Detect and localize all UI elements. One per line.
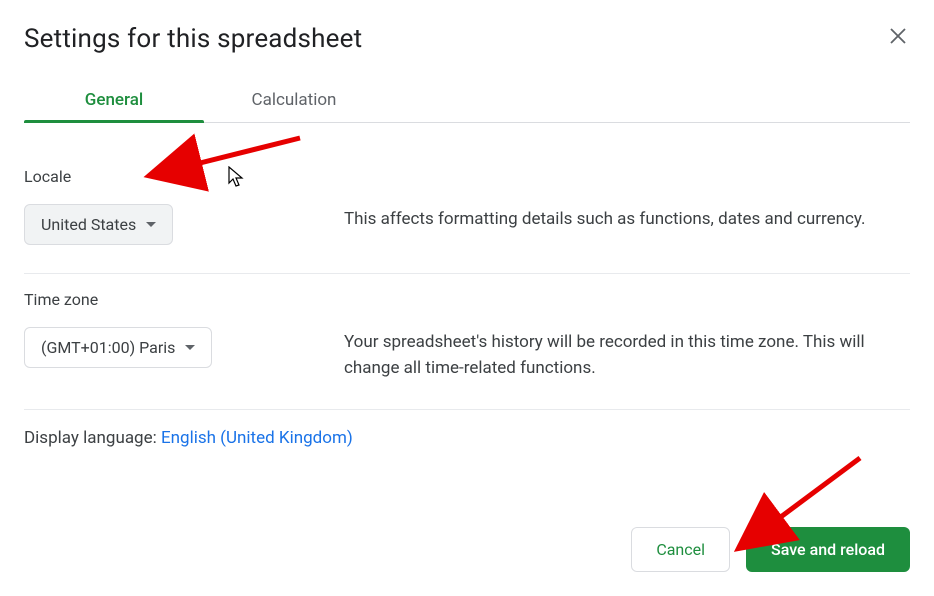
close-icon[interactable] [886,24,910,52]
dialog-title: Settings for this spreadsheet [24,24,362,54]
chevron-down-icon [185,345,195,350]
cancel-button[interactable]: Cancel [631,527,730,572]
timezone-label: Time zone [24,290,344,309]
tabs: General Calculation [24,78,910,123]
timezone-description: Your spreadsheet's history will be recor… [344,290,910,381]
chevron-down-icon [146,222,156,227]
display-language-row: Display language: English (United Kingdo… [24,410,910,488]
locale-label: Locale [24,167,344,186]
dialog-header: Settings for this spreadsheet [24,24,910,54]
timezone-dropdown[interactable]: (GMT+01:00) Paris [24,327,212,368]
timezone-left: Time zone (GMT+01:00) Paris [24,290,344,381]
tab-calculation[interactable]: Calculation [204,78,384,122]
locale-description: This affects formatting details such as … [344,167,866,245]
locale-dropdown[interactable]: United States [24,204,173,245]
display-language-label: Display language: [24,428,161,448]
dialog-footer: Cancel Save and reload [631,527,934,588]
timezone-section: Time zone (GMT+01:00) Paris Your spreads… [24,274,910,410]
locale-left: Locale United States [24,167,344,245]
display-language-link[interactable]: English (United Kingdom) [161,428,353,448]
timezone-value: (GMT+01:00) Paris [41,338,175,357]
tab-general[interactable]: General [24,78,204,122]
locale-section: Locale United States This affects format… [24,151,910,274]
settings-dialog: Settings for this spreadsheet General Ca… [0,0,934,512]
save-button[interactable]: Save and reload [746,527,910,572]
locale-value: United States [41,215,136,234]
